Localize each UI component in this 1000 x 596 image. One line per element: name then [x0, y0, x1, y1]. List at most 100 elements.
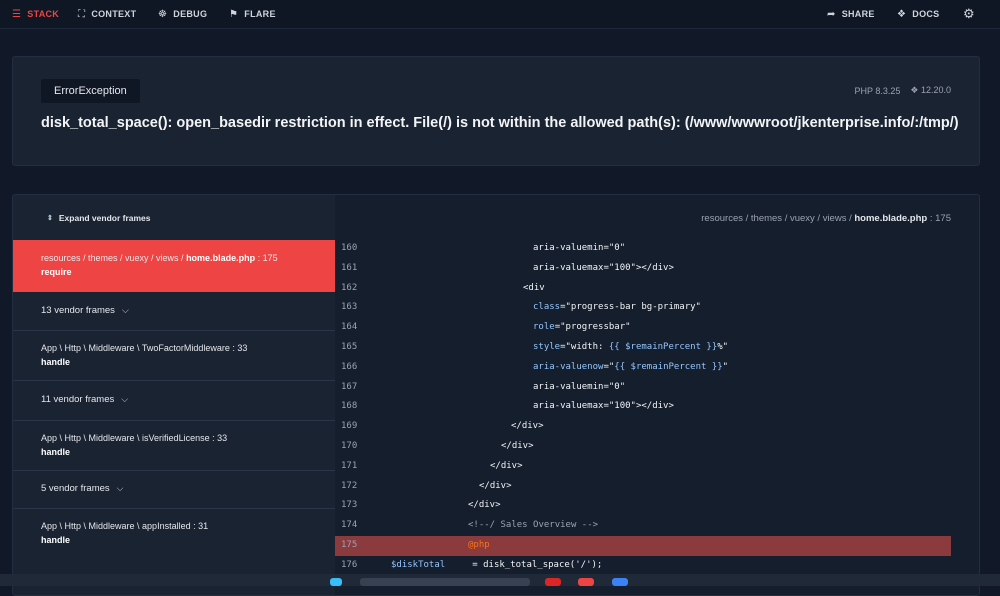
frame-file: isVerifiedLicense [142, 433, 210, 443]
code-token: </div> [479, 480, 512, 491]
stack-frame-2[interactable]: App \ Http \ Middleware \ TwoFactorMiddl… [13, 330, 335, 380]
line-source: aria-valuemin="0" [533, 378, 625, 398]
vendor-frames-toggle-2[interactable]: 5 vendor frames ⌵ [13, 470, 335, 508]
taskbar-search-icon[interactable] [360, 578, 530, 586]
code-token: %" [717, 341, 729, 352]
vendor-frames-label: 11 vendor frames [41, 394, 115, 405]
docs-button-label: DOCS [912, 9, 940, 19]
code-line: 174 <!--/ Sales Overview --> [335, 516, 951, 536]
line-source: aria-valuemax="100"></div> [533, 397, 674, 417]
vendor-frames-toggle-0[interactable]: 13 vendor frames ⌵ [13, 292, 335, 330]
chevron-down-icon: ⌵ [121, 394, 129, 404]
code-file-line: : 175 [927, 213, 951, 224]
line-number: 173 [341, 500, 358, 511]
line-number: 164 [341, 322, 358, 333]
code-line: 176 $diskTotal = disk_total_space('/'); [335, 556, 951, 576]
vendor-frames-row: 13 vendor frames ⌵ [41, 305, 129, 316]
code-token: class [533, 302, 561, 313]
line-source: aria-valuenow="{{ $remainPercent }}" [533, 358, 728, 378]
code-line: 171 </div> [335, 457, 951, 477]
code-file-name: home.blade.php [854, 213, 928, 224]
code-file-path[interactable]: resources / themes / vuexy / views / hom… [701, 213, 951, 224]
code-token: ="0" [603, 381, 626, 392]
frame-file: TwoFactorMiddleware [141, 343, 230, 353]
code-line: 162 <div [335, 279, 951, 299]
nav-tab-flare[interactable]: ⚑ FLARE [229, 0, 276, 28]
expand-vendor-frames-button[interactable]: ⇕ Expand vendor frames [47, 213, 151, 223]
chevron-down-icon: ⌵ [121, 305, 129, 315]
line-number: 172 [341, 480, 358, 491]
php-version: PHP 8.3.25 [854, 85, 901, 96]
code-token: aria-valuemax [533, 262, 604, 273]
line-source: </div> [479, 477, 512, 497]
app-icon[interactable] [612, 578, 628, 586]
frame-line: : 33 [209, 433, 228, 443]
vendor-frames-toggle-1[interactable]: 11 vendor frames ⌵ [13, 380, 335, 420]
line-source: aria-valuemin="0" [533, 239, 625, 259]
code-line: 168 aria-valuemax="100"></div> [335, 397, 951, 417]
code-line: 170 </div> [335, 437, 951, 457]
laravel-icon: ❖ [910, 85, 919, 95]
docs-button[interactable]: ❖ DOCS [897, 0, 939, 28]
share-button-label: SHARE [841, 9, 875, 19]
code-token: {{ $remainPercent }} [614, 361, 723, 372]
chevron-down-icon: ⌵ [116, 483, 124, 493]
code-line: 164 role="progressbar" [335, 318, 951, 338]
code-token: <!--/ Sales Overview --> [468, 520, 599, 531]
line-number: 162 [341, 282, 358, 293]
frame-function: handle [41, 535, 71, 545]
line-number: 167 [341, 381, 358, 392]
nav-tab-context[interactable]: ⛶ CONTEXT [78, 0, 136, 28]
stack-trace-card: ⇕ Expand vendor frames resources / theme… [12, 194, 980, 596]
line-source: <div [523, 279, 545, 299]
flare-icon: ⚑ [229, 8, 239, 20]
line-source: class="progress-bar bg-primary" [533, 298, 701, 318]
code-line: 166 aria-valuenow="{{ $remainPercent }}" [335, 358, 951, 378]
expand-vendor-frames-label: Expand vendor frames [58, 213, 151, 223]
laravel-version: 12.20.0 [920, 85, 951, 95]
code-token: ="100"></div> [603, 262, 674, 273]
bug-icon: ☸ [158, 8, 168, 20]
frame-path: App \ Http \ Middleware \ isVerifiedLice… [41, 433, 227, 443]
os-taskbar [0, 574, 1000, 586]
version-info: PHP 8.3.25 ❖ 12.20.0 [855, 85, 952, 96]
code-token: aria-valuemin [533, 381, 604, 392]
nav-tab-debug-label: DEBUG [173, 9, 208, 19]
code-line: 173 </div> [335, 496, 951, 516]
line-number: 168 [341, 401, 358, 412]
browser-app-icon[interactable] [545, 578, 561, 586]
stack-frame-6[interactable]: App \ Http \ Middleware \ appInstalled :… [13, 508, 335, 558]
stack-frame-0[interactable]: resources / themes / vuexy / views / hom… [13, 240, 335, 292]
stack-frame-4[interactable]: App \ Http \ Middleware \ isVerifiedLice… [13, 420, 335, 470]
frame-function: handle [41, 447, 71, 457]
code-line: 172 </div> [335, 477, 951, 497]
expand-icon: ⛶ [78, 8, 86, 20]
code-token: $diskTotal [391, 559, 446, 570]
line-number: 174 [341, 520, 358, 531]
frame-line: : 31 [190, 521, 209, 531]
nav-tab-debug[interactable]: ☸ DEBUG [158, 0, 207, 28]
frame-path-prefix: App \ Http \ Middleware \ [41, 433, 143, 443]
settings-button[interactable]: ⚙ [963, 0, 975, 28]
line-number: 176 [341, 559, 358, 570]
windows-start-icon[interactable] [330, 578, 342, 586]
frame-line: : 175 [255, 253, 278, 263]
frame-file: home.blade.php [186, 253, 256, 263]
vendor-frames-row: 5 vendor frames ⌵ [41, 483, 123, 494]
nav-tab-stack[interactable]: ☰ STACK [12, 0, 59, 28]
frame-line: : 33 [229, 343, 248, 353]
frame-function: handle [41, 357, 71, 367]
share-button[interactable]: ➦ SHARE [827, 0, 875, 28]
frame-path-prefix: App \ Http \ Middleware \ [41, 521, 143, 531]
line-source: @php [468, 536, 490, 556]
nav-tab-flare-label: FLARE [244, 9, 276, 19]
frame-path: resources / themes / vuexy / views / hom… [41, 253, 278, 263]
line-number: 175 [341, 539, 358, 550]
code-line: 169 </div> [335, 417, 951, 437]
nav-tab-context-label: CONTEXT [91, 9, 137, 19]
code-token: aria-valuenow [533, 361, 604, 372]
app-icon[interactable] [578, 578, 594, 586]
laravel-icon: ❖ [897, 8, 907, 20]
code-path-prefix: resources / themes / vuexy / views / [701, 213, 855, 224]
line-number: 171 [341, 460, 358, 471]
